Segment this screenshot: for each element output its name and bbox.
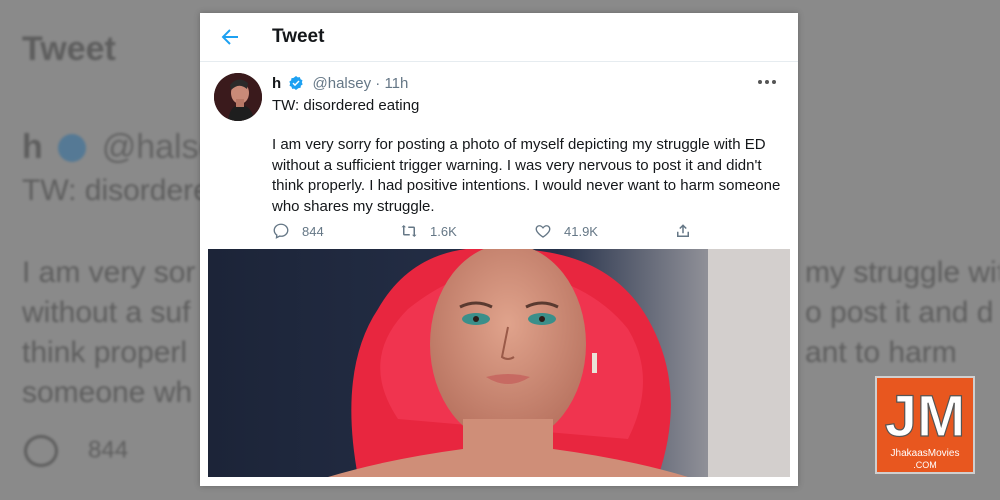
retweet-button[interactable]: 1.6K <box>400 219 457 243</box>
tweet-author-row: h @halsey · 11h <box>272 75 408 92</box>
bg-line-4: someone wh <box>22 376 193 409</box>
arrow-left-icon[interactable] <box>218 25 242 49</box>
watermark-logo: JM JhakaasMovies .COM <box>875 376 975 474</box>
logo-domain: .COM <box>913 460 937 470</box>
tweet-photo[interactable] <box>208 249 790 477</box>
retweet-icon <box>401 225 417 237</box>
photo-image <box>208 249 790 477</box>
bg-reply-count: 844 <box>88 436 129 464</box>
avatar-image <box>214 73 262 121</box>
retweet-count: 1.6K <box>430 223 457 239</box>
tweet-actions: 844 1.6K 41.9K <box>272 219 722 243</box>
bg-line-3: think properl <box>22 336 188 369</box>
share-button[interactable] <box>674 219 704 243</box>
logo-initials: JM <box>885 384 966 448</box>
logo-site-name: JhakaasMovies <box>890 448 960 459</box>
display-name[interactable]: h <box>272 75 281 92</box>
more-horizontal-icon[interactable] <box>756 75 778 89</box>
bg-reply: 844 <box>24 435 128 467</box>
bg-title: Tweet <box>22 30 116 68</box>
reply-count: 844 <box>302 223 324 239</box>
tweet-time[interactable]: 11h <box>384 75 408 92</box>
page-title: Tweet <box>272 26 325 47</box>
tweet-text: I am very sorry for posting a photo of m… <box>272 136 781 215</box>
avatar[interactable] <box>214 73 262 121</box>
bg-line-1: I am very sor <box>22 256 196 289</box>
separator-dot: · <box>375 75 381 92</box>
bg-warning: TW: disordere <box>22 174 210 207</box>
user-handle[interactable]: @halsey <box>313 75 372 92</box>
tweet-card: Tweet h @halsey · 11h TW: disordered eat… <box>200 13 798 486</box>
bg-reply-icon <box>24 435 58 467</box>
like-count: 41.9K <box>564 223 598 239</box>
like-button[interactable]: 41.9K <box>534 219 598 243</box>
bg-line-3-right: ant to harm <box>805 336 957 369</box>
trigger-warning: TW: disordered eating <box>272 97 420 114</box>
share-icon <box>677 224 689 237</box>
reply-button[interactable]: 844 <box>272 219 324 243</box>
bg-display-name: h <box>22 128 43 166</box>
verified-badge-icon <box>289 76 304 90</box>
jm-logo-mark: JM <box>884 383 966 449</box>
bg-line-1-right: my struggle wit <box>805 256 1000 289</box>
reply-icon <box>273 223 289 239</box>
tweet-header: Tweet <box>200 13 798 62</box>
bg-line-2: without a suf <box>22 296 191 329</box>
bg-line-2-right: o post it and d <box>805 296 994 329</box>
bg-verified-icon <box>58 134 87 162</box>
heart-icon <box>535 225 551 238</box>
